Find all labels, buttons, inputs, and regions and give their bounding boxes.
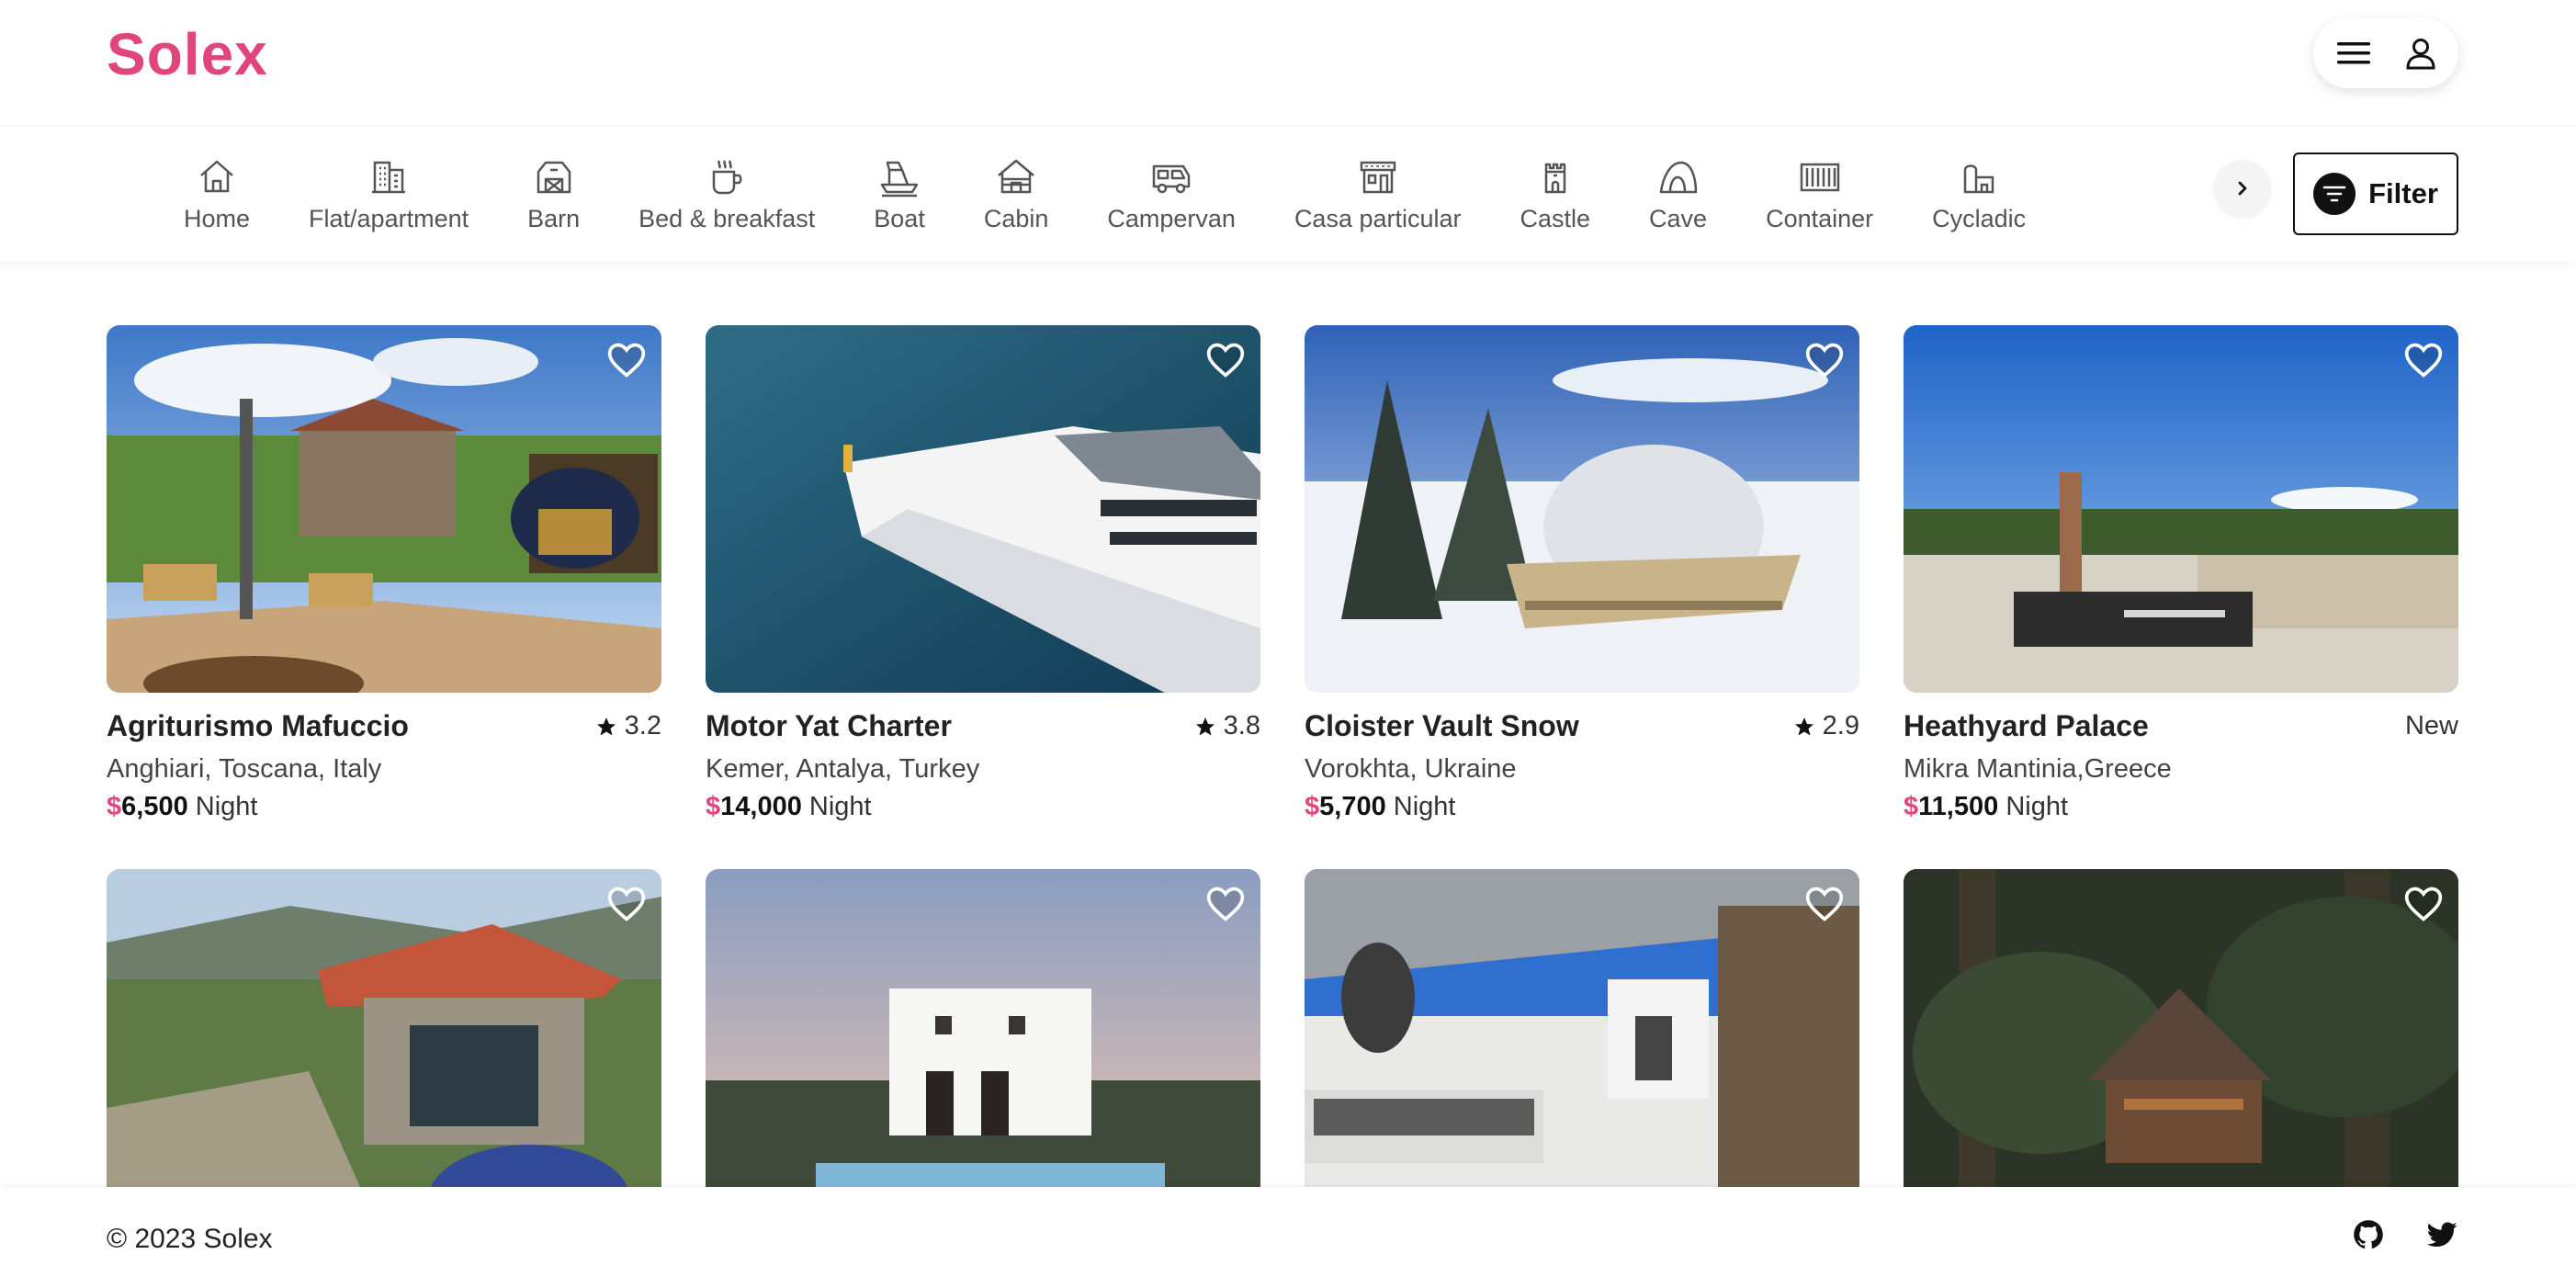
- star-icon: [596, 717, 616, 735]
- listing-title[interactable]: Cloister Vault Snow: [1305, 709, 1579, 743]
- listing-photo[interactable]: [1305, 869, 1859, 1237]
- star-icon: [1794, 717, 1813, 735]
- barn-icon: [537, 161, 571, 193]
- listing-card[interactable]: Heathyard Palace New Mikra Mantinia,Gree…: [1904, 325, 2458, 822]
- category-home[interactable]: Home: [184, 155, 250, 233]
- listing-photo[interactable]: [1904, 325, 2458, 693]
- favorite-heart-icon[interactable]: [1804, 884, 1845, 924]
- listing-title[interactable]: Heathyard Palace: [1904, 709, 2149, 743]
- favorite-heart-icon[interactable]: [2403, 340, 2444, 380]
- home-icon: [200, 160, 233, 192]
- social-links: [2352, 1218, 2458, 1251]
- listing-card[interactable]: Cloister Vault Snow 2.9 Vorokhta, Ukrain…: [1305, 325, 1859, 822]
- listing-photo[interactable]: [107, 325, 661, 693]
- chevron-right-icon: [2238, 181, 2247, 196]
- category-flat-apartment[interactable]: Flat/apartment: [309, 155, 469, 233]
- category-list: Home Flat/apartment Barn Bed & breakfast…: [184, 126, 2232, 262]
- favorite-heart-icon[interactable]: [606, 884, 647, 924]
- category-scroll-right-button[interactable]: [2214, 160, 2271, 217]
- filter-button[interactable]: Filter: [2293, 153, 2458, 235]
- listing-location: Anghiari, Toscana, Italy: [107, 754, 382, 784]
- hamburger-menu-icon: [2337, 42, 2370, 64]
- listing-price: $5,700 Night: [1305, 792, 1456, 821]
- castle-icon: [1544, 163, 1566, 193]
- twitter-icon[interactable]: [2425, 1218, 2458, 1251]
- footer: © 2023 Solex: [0, 1187, 2576, 1288]
- category-barn[interactable]: Barn: [527, 155, 580, 233]
- github-icon[interactable]: [2352, 1218, 2385, 1251]
- cycladic-icon: [1963, 164, 1994, 193]
- listing-card[interactable]: Agriturismo Mafuccio 3.2 Anghiari, Tosca…: [107, 325, 661, 822]
- favorite-heart-icon[interactable]: [606, 340, 647, 380]
- user-menu-button[interactable]: [2313, 18, 2458, 88]
- category-castle[interactable]: Castle: [1520, 155, 1590, 233]
- listing-card[interactable]: [706, 869, 1260, 1237]
- category-cave[interactable]: Cave: [1649, 155, 1707, 233]
- user-icon: [2406, 39, 2435, 70]
- star-icon: [1195, 717, 1215, 735]
- boat-icon: [880, 161, 919, 197]
- listing-card[interactable]: [1904, 869, 2458, 1237]
- building-icon: [372, 161, 406, 193]
- listing-rating: 2.9: [1793, 711, 1859, 741]
- listing-title[interactable]: Motor Yat Charter: [706, 709, 952, 743]
- copyright: © 2023 Solex: [107, 1224, 273, 1254]
- listing-rating: 3.2: [595, 711, 661, 741]
- category-container[interactable]: Container: [1766, 155, 1873, 233]
- category-bar: Home Flat/apartment Barn Bed & breakfast…: [0, 125, 2576, 261]
- container-icon: [1800, 163, 1839, 191]
- listing-price: $6,500 Night: [107, 792, 258, 821]
- listing-price: $14,000 Night: [706, 792, 872, 821]
- category-cycladic[interactable]: Cycladic: [1932, 155, 2026, 233]
- favorite-heart-icon[interactable]: [1804, 340, 1845, 380]
- filter-icon: [2313, 173, 2356, 215]
- listing-photo[interactable]: [1904, 869, 2458, 1237]
- favorite-heart-icon[interactable]: [1205, 884, 1246, 924]
- listing-photo[interactable]: [706, 325, 1260, 693]
- coffee-icon: [712, 159, 742, 194]
- listing-location: Mikra Mantinia,Greece: [1904, 754, 2172, 784]
- cabin-icon: [998, 159, 1034, 193]
- category-casa-particular[interactable]: Casa particular: [1294, 155, 1462, 233]
- category-bed-breakfast[interactable]: Bed & breakfast: [638, 155, 815, 233]
- logo[interactable]: Solex: [107, 20, 268, 88]
- category-boat[interactable]: Boat: [874, 155, 925, 233]
- listing-location: Vorokhta, Ukraine: [1305, 754, 1517, 784]
- listing-card[interactable]: [1305, 869, 1859, 1237]
- listing-card[interactable]: [107, 869, 661, 1237]
- listing-rating: New: [2404, 711, 2458, 740]
- cave-icon: [1659, 161, 1697, 193]
- category-cabin[interactable]: Cabin: [984, 155, 1048, 233]
- listing-rating: 3.8: [1194, 711, 1260, 741]
- header: Solex: [0, 0, 2576, 121]
- listing-photo[interactable]: [107, 869, 661, 1237]
- listing-photo[interactable]: [1305, 325, 1859, 693]
- favorite-heart-icon[interactable]: [1205, 340, 1246, 380]
- casa-icon: [1360, 161, 1395, 193]
- listing-location: Kemer, Antalya, Turkey: [706, 754, 980, 784]
- listing-price: $11,500 Night: [1904, 792, 2069, 821]
- listing-title[interactable]: Agriturismo Mafuccio: [107, 709, 409, 743]
- listing-card[interactable]: Motor Yat Charter 3.8 Kemer, Antalya, Tu…: [706, 325, 1260, 822]
- favorite-heart-icon[interactable]: [2403, 884, 2444, 924]
- listing-photo[interactable]: [706, 869, 1260, 1237]
- category-campervan[interactable]: Campervan: [1107, 155, 1236, 233]
- campervan-icon: [1152, 164, 1191, 193]
